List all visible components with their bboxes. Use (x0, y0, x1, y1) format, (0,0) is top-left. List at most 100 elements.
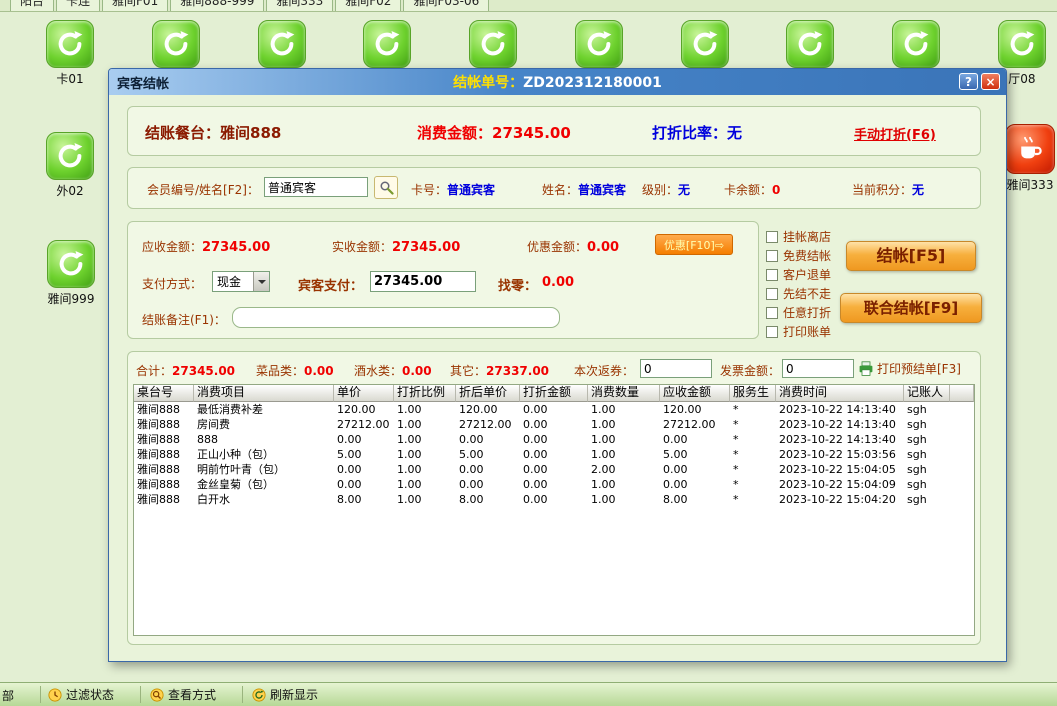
coupon-return-input[interactable] (640, 359, 712, 378)
table-button-occupied[interactable]: 雅间333 (1004, 124, 1056, 193)
member-search-label: 会员编号/姓名[F2]： (147, 181, 259, 198)
checkout-table-label: 结账餐台： (145, 124, 220, 142)
cell-waiter: * (730, 477, 776, 492)
drinks-label: 酒水类： (354, 364, 402, 378)
invoice-input[interactable] (782, 359, 854, 378)
room-tab[interactable]: 雅间888-999 (170, 0, 264, 12)
print-prebill-button[interactable]: 打印预结单[F3] (858, 360, 961, 377)
swirl-icon (267, 29, 297, 59)
cell-empty (950, 477, 974, 492)
checkbox-icon[interactable] (766, 326, 778, 338)
member-search-button[interactable] (374, 176, 398, 199)
settle-option[interactable]: 先结不走 (766, 284, 831, 303)
manual-discount-link[interactable]: 手动打折(F6) (854, 124, 936, 143)
checkbox-icon[interactable] (766, 269, 778, 281)
settle-option[interactable]: 免费结帐 (766, 246, 831, 265)
settle-options: 挂帐离店 免费结帐 客户退单 先结不走 (766, 227, 831, 341)
cell-unit-price: 27212.00 (334, 417, 394, 432)
receivable-value: 27345.00 (202, 240, 270, 255)
settle-option[interactable]: 任意打折 (766, 303, 831, 322)
cell-time: 2023-10-22 15:03:56 (776, 447, 904, 462)
cell-time: 2023-10-22 15:04:09 (776, 477, 904, 492)
cell-recorder: sgh (904, 462, 950, 477)
settle-option[interactable]: 客户退单 (766, 265, 831, 284)
cell-unit-price: 8.00 (334, 492, 394, 507)
table-row[interactable]: 雅间888 最低消费补差 120.00 1.00 120.00 0.00 1.0… (134, 402, 974, 417)
cell-table: 雅间888 (134, 417, 194, 432)
table-free-icon (46, 132, 94, 180)
settle-option-label: 客户退单 (783, 266, 831, 283)
checkbox-icon[interactable] (766, 288, 778, 300)
grid-header-cell: 记账人 (904, 385, 950, 402)
table-row[interactable]: 雅间888 金丝皇菊（包） 0.00 1.00 0.00 0.00 1.00 0… (134, 477, 974, 492)
member-balance: 卡余额：0 (724, 181, 780, 198)
table-free-icon (892, 20, 940, 68)
grid-header: 桌台号 消费项目 单价 打折比例 折后单价 打折金额 消费数量 应收金额 服务生… (134, 385, 974, 402)
checkbox-icon[interactable] (766, 250, 778, 262)
cell-unit-price: 0.00 (334, 462, 394, 477)
chevron-down-icon (253, 272, 269, 291)
swirl-icon (584, 29, 614, 59)
table-row[interactable]: 雅间888 888 0.00 1.00 0.00 0.00 1.00 0.00 … (134, 432, 974, 447)
swirl-icon (1007, 29, 1037, 59)
grid-header-cell: 单价 (334, 385, 394, 402)
total-amount: 合计：27345.00 (136, 362, 235, 379)
pay-method-select[interactable]: 现金 (212, 271, 270, 292)
cell-item: 最低消费补差 (194, 402, 334, 417)
dialog-titlebar: 宾客结帐 结帐单号：ZD202312180001 ? × (109, 69, 1006, 95)
table-row[interactable]: 雅间888 明前竹叶青（包） 0.00 1.00 0.00 0.00 2.00 … (134, 462, 974, 477)
cell-discounted-price: 8.00 (456, 492, 520, 507)
filter-status-button[interactable]: 过滤状态 (48, 686, 114, 703)
cell-item: 正山小种（包） (194, 447, 334, 462)
view-mode-button[interactable]: 查看方式 (150, 686, 216, 703)
member-search-input[interactable] (264, 177, 368, 197)
table-row[interactable]: 雅间888 白开水 8.00 1.00 8.00 0.00 1.00 8.00 … (134, 492, 974, 507)
room-tab[interactable]: 雅间F03-06 (403, 0, 489, 12)
settle-option[interactable]: 挂帐离店 (766, 227, 831, 246)
cell-receivable: 5.00 (660, 447, 730, 462)
help-button[interactable]: ? (959, 73, 978, 90)
cell-waiter: * (730, 417, 776, 432)
member-points: 当前积分：无 (852, 181, 924, 198)
grid-header-cell: 打折金额 (520, 385, 588, 402)
remark-label: 结账备注(F1)： (142, 311, 226, 328)
table-button[interactable]: 雅间999 (42, 240, 100, 307)
cell-discount-amount: 0.00 (520, 432, 588, 447)
table-button[interactable]: 外02 (44, 132, 96, 199)
table-button[interactable]: 卡01 (44, 20, 96, 87)
received-amount: 实收金额：27345.00 (332, 238, 460, 255)
table-row[interactable]: 雅间888 正山小种（包） 5.00 1.00 5.00 0.00 1.00 5… (134, 447, 974, 462)
cell-table: 雅间888 (134, 462, 194, 477)
table-row[interactable]: 雅间888 房间费 27212.00 1.00 27212.00 0.00 1.… (134, 417, 974, 432)
discount-amount-value: 0.00 (587, 240, 619, 255)
cell-discount-amount: 0.00 (520, 462, 588, 477)
checkbox-icon[interactable] (766, 231, 778, 243)
coupon-button[interactable]: 优惠[F10]⇨ (655, 234, 733, 255)
other-label: 其它： (450, 364, 486, 378)
cell-discount-ratio: 1.00 (394, 447, 456, 462)
cell-recorder: sgh (904, 417, 950, 432)
room-tab[interactable]: 雅间F02 (335, 0, 401, 12)
consume-amount-value: 27345.00 (492, 124, 571, 142)
cell-empty (950, 417, 974, 432)
settle-option[interactable]: 打印账单 (766, 322, 831, 341)
room-tab[interactable]: 雅间F01 (102, 0, 168, 12)
room-tab[interactable]: 雅间333 (266, 0, 333, 12)
remark-input[interactable] (232, 307, 560, 328)
cell-quantity: 1.00 (588, 447, 660, 462)
settle-button[interactable]: 结帐[F5] (846, 241, 976, 271)
guest-pay-input[interactable] (370, 271, 476, 292)
joint-settle-button[interactable]: 联合结帐[F9] (840, 293, 982, 323)
room-tab[interactable]: 卡连 (56, 0, 100, 12)
cell-item: 888 (194, 432, 334, 447)
grid-header-cell: 消费项目 (194, 385, 334, 402)
bill-number-label: 结帐单号： (453, 75, 523, 91)
cell-receivable: 120.00 (660, 402, 730, 417)
checkbox-icon[interactable] (766, 307, 778, 319)
refresh-display-button[interactable]: 刷新显示 (252, 686, 318, 703)
room-tab[interactable]: 阳台 (10, 0, 54, 12)
dialog-body: 结账餐台：雅间888 消费金额：27345.00 打折比率：无 手动打折(F6)… (109, 95, 1006, 661)
items-panel: 合计：27345.00 菜品类：0.00 酒水类：0.00 其它：27337.0… (127, 351, 981, 645)
close-button[interactable]: × (981, 73, 1000, 90)
member-card: 卡号：普通宾客 (411, 181, 495, 198)
